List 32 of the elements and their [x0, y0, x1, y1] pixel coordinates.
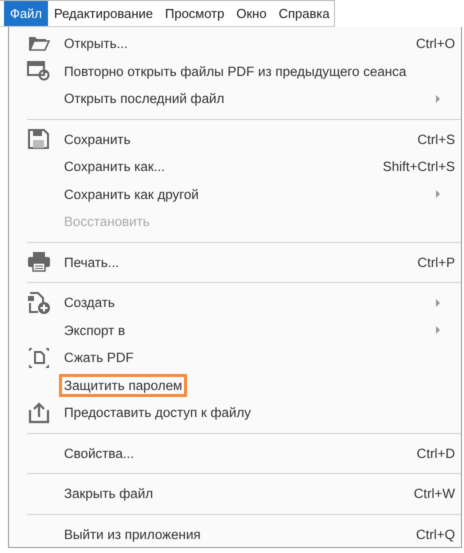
reopen-icon	[27, 59, 51, 84]
printer-icon	[27, 250, 51, 274]
shortcut-label: Ctrl+D	[416, 446, 456, 461]
shortcut-label: Ctrl+Q	[416, 526, 456, 542]
menu-bar-item[interactable]: Окно	[230, 1, 273, 26]
menu-item[interactable]: Закрыть файл	[59, 482, 158, 506]
menu-bar-item[interactable]: Справка	[272, 1, 336, 26]
menu-item[interactable]: Открыть...	[59, 32, 133, 56]
menu-item[interactable]: Экспорт в	[59, 318, 130, 342]
new-document-icon	[27, 290, 51, 315]
shortcut-label: Shift+Ctrl+S	[382, 159, 456, 174]
menu-item[interactable]: Создать	[59, 291, 120, 314]
compress-icon	[27, 346, 51, 370]
menu-item[interactable]: Защитить паролем	[59, 374, 188, 397]
menu-item[interactable]: Сохранить	[59, 128, 136, 151]
menu-item[interactable]: Предоставить доступ к файлу	[59, 401, 256, 424]
menu-item[interactable]: Печать...	[59, 250, 124, 274]
menu-item[interactable]: Сохранить как другой	[59, 182, 204, 206]
shortcut-label: Ctrl+W	[414, 486, 456, 502]
menu-item[interactable]: Сжать PDF	[59, 346, 139, 370]
menu-item[interactable]: Сохранить как...	[59, 155, 170, 178]
menu-item[interactable]: Открыть последний файл	[59, 87, 230, 110]
menu-item[interactable]: Повторно открыть файлы PDF из предыдущего сеанса	[59, 60, 412, 83]
menu-bar-item[interactable]: Файл	[4, 1, 48, 26]
menu-item[interactable]: Выйти из приложения	[59, 522, 206, 546]
shortcut-label: Ctrl+O	[416, 36, 456, 52]
shortcut-label: Ctrl+P	[417, 254, 456, 270]
menu-bar-item[interactable]: Просмотр	[159, 1, 230, 26]
share-icon	[27, 400, 51, 425]
shortcut-label: Ctrl+S	[417, 132, 456, 147]
menu-item[interactable]: Свойства...	[59, 442, 139, 465]
menu-bar-item[interactable]: Редактирование	[48, 1, 159, 26]
